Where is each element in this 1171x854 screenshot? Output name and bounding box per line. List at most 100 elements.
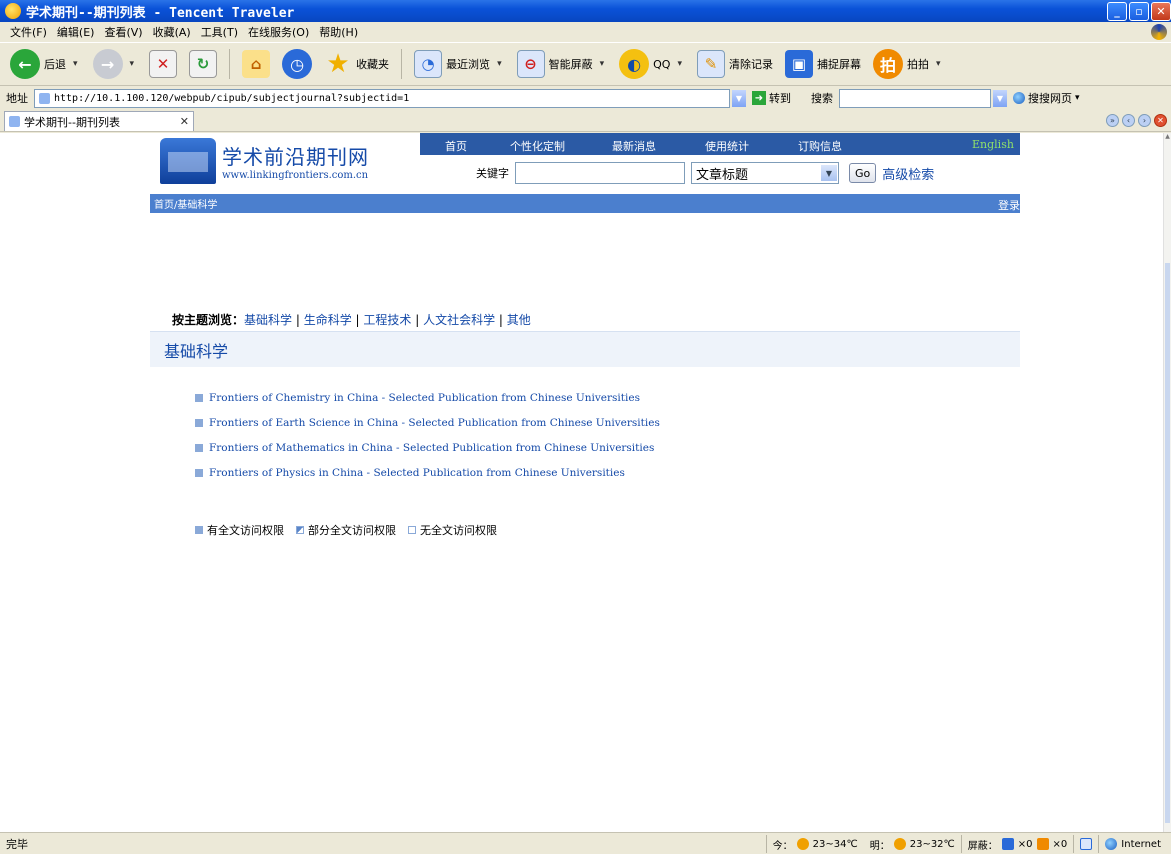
menu-favorites[interactable]: 收藏(A)	[153, 24, 191, 40]
tab-next-icon[interactable]: ›	[1138, 114, 1151, 127]
search-engine-button[interactable]: 搜搜网页 ▾	[1013, 90, 1080, 106]
advanced-search-link[interactable]: 高级检索	[882, 164, 934, 183]
site-search: 关键字 文章标题 ▼ Go 高级检索	[420, 155, 1020, 191]
chevron-down-icon[interactable]: ▾	[497, 59, 502, 69]
loading-throbber-icon	[1151, 24, 1167, 40]
journal-link[interactable]: Frontiers of Physics in China - Selected…	[209, 467, 625, 479]
back-button[interactable]: ← 后退 ▾	[6, 47, 85, 81]
topic-engineering[interactable]: 工程技术	[363, 313, 411, 327]
search-input[interactable]	[839, 88, 991, 108]
recent-icon: ◔	[414, 50, 443, 78]
forward-arrow-icon: →	[92, 49, 123, 79]
recent-label: 最近浏览	[446, 58, 491, 71]
scroll-thumb[interactable]	[1165, 263, 1170, 823]
title-bar: 学术期刊--期刊列表 - Tencent Traveler _ ▫ ✕	[0, 0, 1171, 22]
paipai-label: 拍拍	[906, 58, 929, 71]
journal-link[interactable]: Frontiers of Mathematics in China - Sele…	[209, 442, 654, 454]
clear-history-button[interactable]: ✎ 清除记录	[693, 47, 777, 81]
page-icon	[1080, 838, 1093, 850]
weather-today[interactable]: 今： 23~34℃	[765, 835, 858, 853]
chevron-down-icon[interactable]: ▾	[1075, 93, 1080, 103]
journal-link[interactable]: Frontiers of Earth Science in China - Se…	[209, 417, 660, 429]
tomorrow-temp: 23~32℃	[909, 838, 955, 850]
nav-home[interactable]: 首页	[445, 138, 467, 154]
home-button[interactable]: ⌂	[238, 47, 274, 81]
sun-icon	[796, 838, 809, 850]
legend-partial: 部分全文访问权限	[296, 522, 396, 538]
chevron-down-icon[interactable]: ▾	[130, 59, 135, 69]
site-nav: 首页 个性化定制 最新消息 使用统计 订购信息 English	[420, 133, 1020, 155]
menu-online-services[interactable]: 在线服务(O)	[248, 24, 309, 40]
topic-life-science[interactable]: 生命科学	[304, 313, 352, 327]
home-icon: ⌂	[242, 50, 271, 78]
page-info[interactable]	[1073, 835, 1093, 853]
stop-button[interactable]: ✕	[145, 47, 181, 81]
field-select[interactable]: 文章标题 ▼	[691, 162, 839, 184]
section-title: 基础科学	[150, 331, 1020, 367]
vertical-scrollbar[interactable]: ▲	[1163, 133, 1171, 832]
keyword-input[interactable]	[515, 162, 685, 184]
nav-english[interactable]: English	[972, 138, 1014, 151]
menu-help[interactable]: 帮助(H)	[319, 24, 358, 40]
ad-blocked-count: ×0	[1052, 838, 1068, 850]
favorites-label: 收藏夹	[356, 58, 390, 71]
scroll-up-icon[interactable]: ▲	[1164, 133, 1171, 141]
url-input[interactable]: http://10.1.100.120/webpub/cipub/subject…	[34, 88, 730, 108]
journal-list: Frontiers of Chemistry in China - Select…	[195, 385, 660, 485]
topic-browse: 按主题浏览：基础科学 | 生命科学 | 工程技术 | 人文社会科学 | 其他	[172, 313, 531, 327]
qq-label: QQ	[653, 57, 671, 71]
list-item: Frontiers of Chemistry in China - Select…	[195, 385, 660, 410]
url-dropdown-icon[interactable]: ▼	[732, 89, 746, 107]
nav-usage-stats[interactable]: 使用统计	[705, 138, 749, 154]
qq-button[interactable]: ◐ QQ ▾	[615, 47, 689, 81]
no-access-icon	[408, 526, 416, 534]
site-logo[interactable]: 学术前沿期刊网 www.linkingfrontiers.com.cn	[150, 133, 420, 189]
search-go-button[interactable]: Go	[849, 163, 877, 183]
broom-icon: ✎	[696, 50, 725, 78]
browse-label: 按主题浏览：	[172, 313, 245, 327]
nav-personalize[interactable]: 个性化定制	[510, 138, 565, 154]
close-button[interactable]: ✕	[1151, 2, 1171, 21]
favorites-button[interactable]: ★ 收藏夹	[320, 47, 393, 81]
tab-title: 学术期刊--期刊列表	[24, 115, 120, 129]
go-button[interactable]: ➜ 转到	[752, 90, 791, 106]
maximize-button[interactable]: ▫	[1129, 2, 1149, 21]
breadcrumb-text[interactable]: 首页/基础科学	[154, 196, 217, 211]
refresh-button[interactable]: ↻	[185, 47, 221, 81]
chevron-down-icon[interactable]: ▾	[936, 59, 941, 69]
menu-tools[interactable]: 工具(T)	[201, 24, 238, 40]
block-stats[interactable]: 屏蔽： ×0 ×0	[960, 835, 1068, 853]
tab-prev-icon[interactable]: ‹	[1122, 114, 1135, 127]
history-button[interactable]: ◷	[278, 47, 316, 81]
journal-link[interactable]: Frontiers of Chemistry in China - Select…	[209, 392, 640, 404]
minimize-button[interactable]: _	[1107, 2, 1127, 21]
nav-ordering[interactable]: 订购信息	[798, 138, 842, 154]
forward-button[interactable]: → ▾	[89, 47, 142, 81]
tab-controls: » ‹ › ✕	[1106, 114, 1167, 127]
tab-close-icon[interactable]: ✕	[180, 115, 189, 128]
menu-view[interactable]: 查看(V)	[104, 24, 142, 40]
paipai-button[interactable]: 拍 拍拍 ▾	[869, 47, 948, 81]
chevron-down-icon[interactable]: ▾	[73, 59, 78, 69]
login-link[interactable]: 登录	[998, 197, 1020, 213]
chevron-down-icon[interactable]: ▾	[600, 59, 605, 69]
tab-list-icon[interactable]: »	[1106, 114, 1119, 127]
close-all-tabs-icon[interactable]: ✕	[1154, 114, 1167, 127]
star-icon: ★	[326, 49, 350, 79]
capture-screen-button[interactable]: ▣ 捕捉屏幕	[781, 47, 865, 81]
list-item: Frontiers of Earth Science in China - Se…	[195, 410, 660, 435]
topic-basic-science[interactable]: 基础科学	[244, 313, 292, 327]
search-dropdown-icon[interactable]: ▼	[993, 89, 1007, 107]
menu-file[interactable]: 文件(F)	[10, 24, 47, 40]
legend-full: 有全文访问权限	[195, 522, 284, 538]
weather-tomorrow[interactable]: 明： 23~32℃	[864, 835, 955, 853]
nav-news[interactable]: 最新消息	[612, 138, 656, 154]
topic-humanities[interactable]: 人文社会科学	[423, 313, 495, 327]
chevron-down-icon[interactable]: ▾	[677, 59, 682, 69]
recent-button[interactable]: ◔ 最近浏览 ▾	[410, 47, 509, 81]
menu-edit[interactable]: 编辑(E)	[57, 24, 95, 40]
topic-other[interactable]: 其他	[507, 313, 531, 327]
popup-block-button[interactable]: ⊖ 智能屏蔽 ▾	[513, 47, 612, 81]
tab-journal-list[interactable]: 学术期刊--期刊列表 ✕	[4, 111, 194, 131]
access-legend: 有全文访问权限 部分全文访问权限 无全文访问权限	[195, 522, 497, 538]
